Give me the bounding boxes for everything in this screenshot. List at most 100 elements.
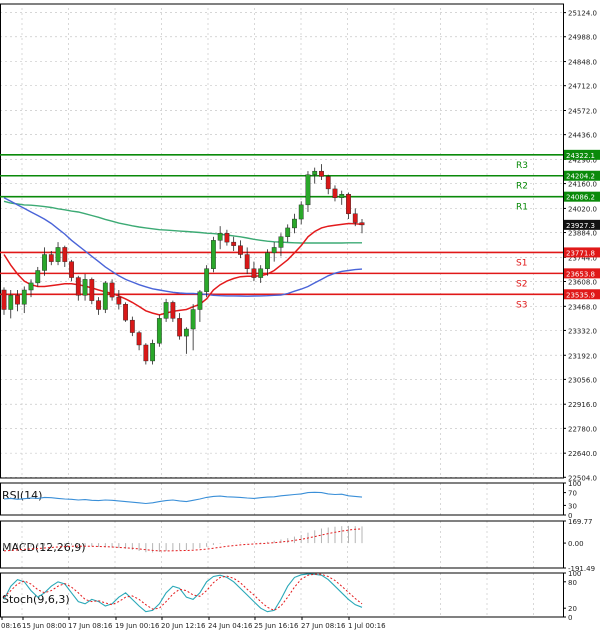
- price-tick-label: 23884.0: [568, 230, 597, 238]
- price-tick-label: 24020.0: [568, 205, 597, 213]
- time-tick-label: 24 Jun 04:16: [208, 622, 253, 630]
- level-badges: 24322.1 24204.2 24086.2 23771.8 23653.8 23535…: [564, 149, 600, 300]
- candle-bullish: [42, 254, 47, 271]
- stoch-tick-label: 20: [568, 605, 577, 613]
- candle-bullish: [150, 343, 156, 362]
- level-name-s2: S2: [516, 279, 527, 289]
- stoch-tick-label: 100: [568, 570, 581, 578]
- price-tick-label: 25124.0: [568, 10, 597, 18]
- current-price-value: 23927.3: [566, 222, 595, 230]
- candle-bullish: [210, 240, 216, 269]
- time-tick-label: 20 Jun 12:16: [161, 622, 206, 630]
- candle-bearish: [251, 268, 257, 278]
- macd-tick-label: 169.77: [568, 518, 593, 526]
- price-axis: 25124.0 24988.0 24848.0 24712.0 24572.0 24436…: [563, 10, 597, 482]
- panel-frames: [0, 3, 564, 618]
- level-name-r1: R1: [516, 203, 528, 213]
- level-name-s3: S3: [516, 300, 527, 310]
- candle-bullish: [156, 318, 162, 344]
- candle-bearish: [116, 296, 122, 305]
- price-tick-label: 24160.0: [568, 181, 597, 189]
- candle-bearish: [75, 277, 81, 296]
- price-chart[interactable]: R3 R2 R1 S1 S2 S3 25124.0 24988.0 24848.0 24712.…: [0, 0, 600, 634]
- candles: [1, 164, 365, 365]
- candle-bearish: [1, 289, 7, 310]
- macd-label: MACD(12,26,9): [2, 541, 86, 554]
- candle-bearish: [143, 344, 149, 362]
- candle-bearish: [319, 170, 324, 177]
- time-tick-label: 19 Jun 00:16: [115, 622, 160, 630]
- candle-bullish: [292, 218, 297, 229]
- candle-bearish: [89, 279, 95, 301]
- candle-bearish: [170, 302, 176, 319]
- level-badge-value-s1: 23771.8: [566, 249, 595, 257]
- candle-bearish: [224, 233, 230, 243]
- time-tick-label: 08:16: [1, 622, 22, 630]
- candle-bearish: [129, 319, 135, 333]
- rsi-tick-label: 70: [568, 490, 577, 498]
- candle-bullish: [298, 204, 304, 220]
- candle-bullish: [163, 302, 169, 319]
- stoch-tick-label: 80: [568, 579, 577, 587]
- candle-bullish: [21, 289, 27, 305]
- candle-bearish: [325, 176, 331, 190]
- price-tick-label: 24712.0: [568, 83, 597, 91]
- candle-bearish: [109, 282, 115, 298]
- price-tick-label: 23056.0: [568, 376, 597, 384]
- price-tick-label: 24436.0: [568, 132, 597, 140]
- candle-bullish: [82, 279, 88, 296]
- chart-canvas[interactable]: R3 R2 R1 S1 S2 S3 25124.0 24988.0 24848.0 24712.…: [0, 0, 600, 634]
- stoch-tick-label: 0: [568, 614, 572, 622]
- level-badge-value-s2: 23653.8: [566, 270, 595, 278]
- candle-bearish: [96, 300, 101, 310]
- candle-bullish: [285, 227, 291, 237]
- moving-average-red: [3, 222, 363, 316]
- time-tick-label: 27 Jun 08:16: [301, 622, 346, 630]
- price-tick-label: 24988.0: [568, 34, 597, 42]
- candle-bearish: [15, 295, 20, 305]
- candle-bullish: [305, 174, 311, 206]
- candle-bearish: [359, 222, 365, 226]
- level-name-s1: S1: [516, 258, 527, 268]
- candle-bearish: [332, 188, 338, 198]
- candle-bearish: [123, 303, 128, 321]
- candle-bullish: [312, 170, 318, 175]
- indicator-panel-frame-1: [0, 482, 564, 516]
- price-tick-label: 24572.0: [568, 108, 597, 116]
- indicator-panels: RSI(14)10070300MACD(12,26,9)169.770.00-1…: [2, 480, 595, 622]
- candle-bullish: [28, 282, 34, 291]
- candle-bullish: [183, 328, 189, 337]
- candle-bearish: [62, 247, 68, 262]
- candle-bullish: [55, 247, 61, 262]
- rsi-tick-label: 100: [568, 480, 581, 488]
- candle-bullish: [265, 252, 270, 269]
- price-tick-label: 23468.0: [568, 303, 597, 311]
- rsi-tick-label: 30: [568, 502, 577, 510]
- level-name-r3: R3: [516, 161, 528, 171]
- price-tick-label: 23332.0: [568, 327, 597, 335]
- level-badge-value-r1: 24086.2: [566, 194, 595, 202]
- candle-bullish: [190, 309, 196, 330]
- price-tick-label: 23608.0: [568, 278, 597, 286]
- candle-bearish: [48, 254, 54, 262]
- candle-bearish: [69, 261, 74, 278]
- candle-bullish: [8, 295, 14, 310]
- time-tick-label: 25 Jun 16:16: [254, 622, 299, 630]
- candle-bullish: [278, 236, 284, 248]
- time-tick-label: 15 Jun 08:00: [22, 622, 66, 630]
- grid-lines: [0, 8, 563, 617]
- indicator-panel-frame-3: [0, 572, 564, 618]
- time-tick-label: 1 Jul 00:16: [348, 622, 386, 630]
- candle-bullish: [271, 247, 277, 253]
- candle-bearish: [238, 245, 243, 255]
- candle-bullish: [35, 270, 41, 284]
- candle-bullish: [258, 268, 264, 278]
- candle-bullish: [217, 233, 223, 241]
- candle-bullish: [197, 291, 203, 310]
- candle-bullish: [204, 268, 210, 292]
- candle-bullish: [339, 194, 345, 198]
- candle-bearish: [346, 194, 351, 214]
- level-badge-value-r2: 24204.2: [566, 173, 595, 181]
- level-name-r2: R2: [516, 182, 528, 192]
- candle-bearish: [244, 254, 250, 269]
